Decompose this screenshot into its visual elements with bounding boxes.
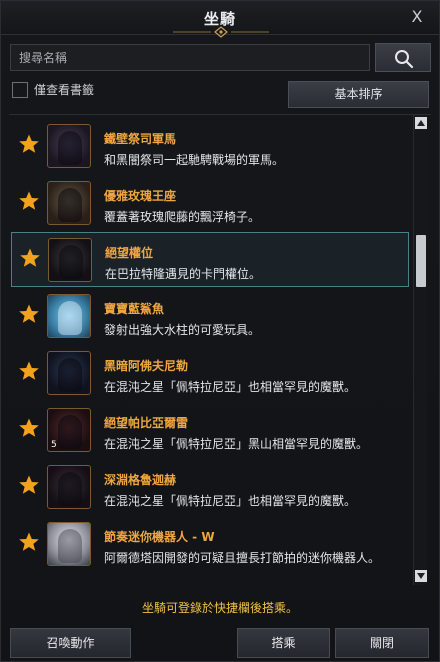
mount-thumbnail: [48, 238, 92, 282]
mount-description: 在混沌之星「佩特拉尼亞」也相當罕見的魔獸。: [104, 494, 357, 508]
mount-name: 黑暗阿佛夫尼勒: [104, 359, 189, 373]
summon-action-button[interactable]: 召喚動作: [10, 628, 131, 658]
mount-description: 發射出強大水柱的可愛玩具。: [104, 323, 261, 337]
mount-thumbnail: [47, 181, 91, 225]
favorite-star-icon[interactable]: [18, 474, 40, 496]
mount-description: 和黑闇祭司一起馳騁戰場的軍馬。: [104, 153, 285, 167]
list-item[interactable]: 黑暗阿佛夫尼勒 在混沌之星「佩特拉尼亞」也相當罕見的魔獸。: [11, 346, 409, 401]
sort-button[interactable]: 基本排序: [288, 81, 429, 108]
mount-name: 深淵格魯迦赫: [104, 473, 177, 487]
mount-window: 坐騎 X 僅查看書籤 基本排序 鐵壁祭司軍馬 和黑闇祭司一起馳騁戰場的軍馬。 優…: [0, 0, 440, 662]
ride-button[interactable]: 搭乘: [237, 628, 330, 658]
scroll-up-button[interactable]: [415, 117, 427, 129]
search-input[interactable]: [10, 44, 370, 71]
mount-list: 鐵壁祭司軍馬 和黑闇祭司一起馳騁戰場的軍馬。 優雅玫瑰王座 覆蓋著玫瑰爬藤的飄浮…: [9, 114, 431, 590]
mount-description: 在巴拉特隆遇見的卡門權位。: [105, 267, 262, 281]
favorite-star-icon[interactable]: [18, 190, 40, 212]
list-item[interactable]: 鐵壁祭司軍馬 和黑闇祭司一起馳騁戰場的軍馬。: [11, 119, 409, 174]
search-icon: [395, 50, 414, 69]
close-button[interactable]: 關閉: [335, 628, 429, 658]
mount-name: 絕望帕比亞爾雷: [104, 416, 189, 430]
scroll-down-button[interactable]: [415, 570, 427, 582]
bookmark-only-checkbox[interactable]: [12, 82, 28, 98]
mount-description: 覆蓋著玫瑰爬藤的飄浮椅子。: [104, 210, 261, 224]
favorite-star-icon[interactable]: [18, 417, 40, 439]
favorite-star-icon[interactable]: [18, 531, 40, 553]
list-item[interactable]: 寶寶藍鯊魚 發射出強大水柱的可愛玩具。: [11, 289, 409, 344]
info-message: 坐騎可登錄於快捷欄後搭乘。: [141, 601, 298, 615]
list-item-selected[interactable]: 絕望權位 在巴拉特隆遇見的卡門權位。: [11, 232, 409, 287]
mount-count-badge: 5: [51, 440, 57, 450]
mount-thumbnail: [47, 522, 91, 566]
favorite-star-icon[interactable]: [19, 247, 41, 269]
mount-name: 寶寶藍鯊魚: [104, 302, 165, 316]
mount-description: 在混沌之星「佩特拉尼亞」也相當罕見的魔獸。: [104, 380, 357, 394]
list-item[interactable]: 5 絕望帕比亞爾雷 在混沌之星「佩特拉尼亞」黑山相當罕見的魔獸。: [11, 403, 409, 458]
mount-name: 絕望權位: [105, 246, 154, 260]
favorite-star-icon[interactable]: [18, 360, 40, 382]
scroll-thumb[interactable]: [416, 235, 426, 287]
list-item[interactable]: 節奏迷你機器人 - W 阿爾德塔因開發的可疑且擅長打節拍的迷你機器人。: [11, 517, 409, 572]
mount-thumbnail: [47, 294, 91, 338]
mount-name: 鐵壁祭司軍馬: [104, 132, 177, 146]
title-bar: 坐騎 X: [1, 1, 439, 38]
mount-thumbnail: [47, 124, 91, 168]
title-ornament-icon: [173, 26, 269, 38]
list-item[interactable]: 優雅玫瑰王座 覆蓋著玫瑰爬藤的飄浮椅子。: [11, 176, 409, 231]
mount-description: 在混沌之星「佩特拉尼亞」黑山相當罕見的魔獸。: [104, 437, 369, 451]
mount-thumbnail: 5: [47, 408, 91, 452]
arrow-down-icon: [417, 573, 425, 579]
bookmark-only-label: 僅查看書籤: [34, 83, 95, 97]
arrow-up-icon: [417, 120, 425, 126]
close-window-button[interactable]: X: [407, 7, 427, 27]
mount-description: 阿爾德塔因開發的可疑且擅長打節拍的迷你機器人。: [104, 551, 381, 565]
mount-name: 節奏迷你機器人 - W: [104, 530, 215, 544]
favorite-star-icon[interactable]: [18, 303, 40, 325]
search-button[interactable]: [375, 43, 431, 72]
favorite-star-icon[interactable]: [18, 133, 40, 155]
mount-thumbnail: [47, 465, 91, 509]
mount-thumbnail: [47, 351, 91, 395]
mount-name: 優雅玫瑰王座: [104, 189, 177, 203]
list-scrollbar[interactable]: [413, 115, 427, 585]
list-item[interactable]: 深淵格魯迦赫 在混沌之星「佩特拉尼亞」也相當罕見的魔獸。: [11, 460, 409, 515]
